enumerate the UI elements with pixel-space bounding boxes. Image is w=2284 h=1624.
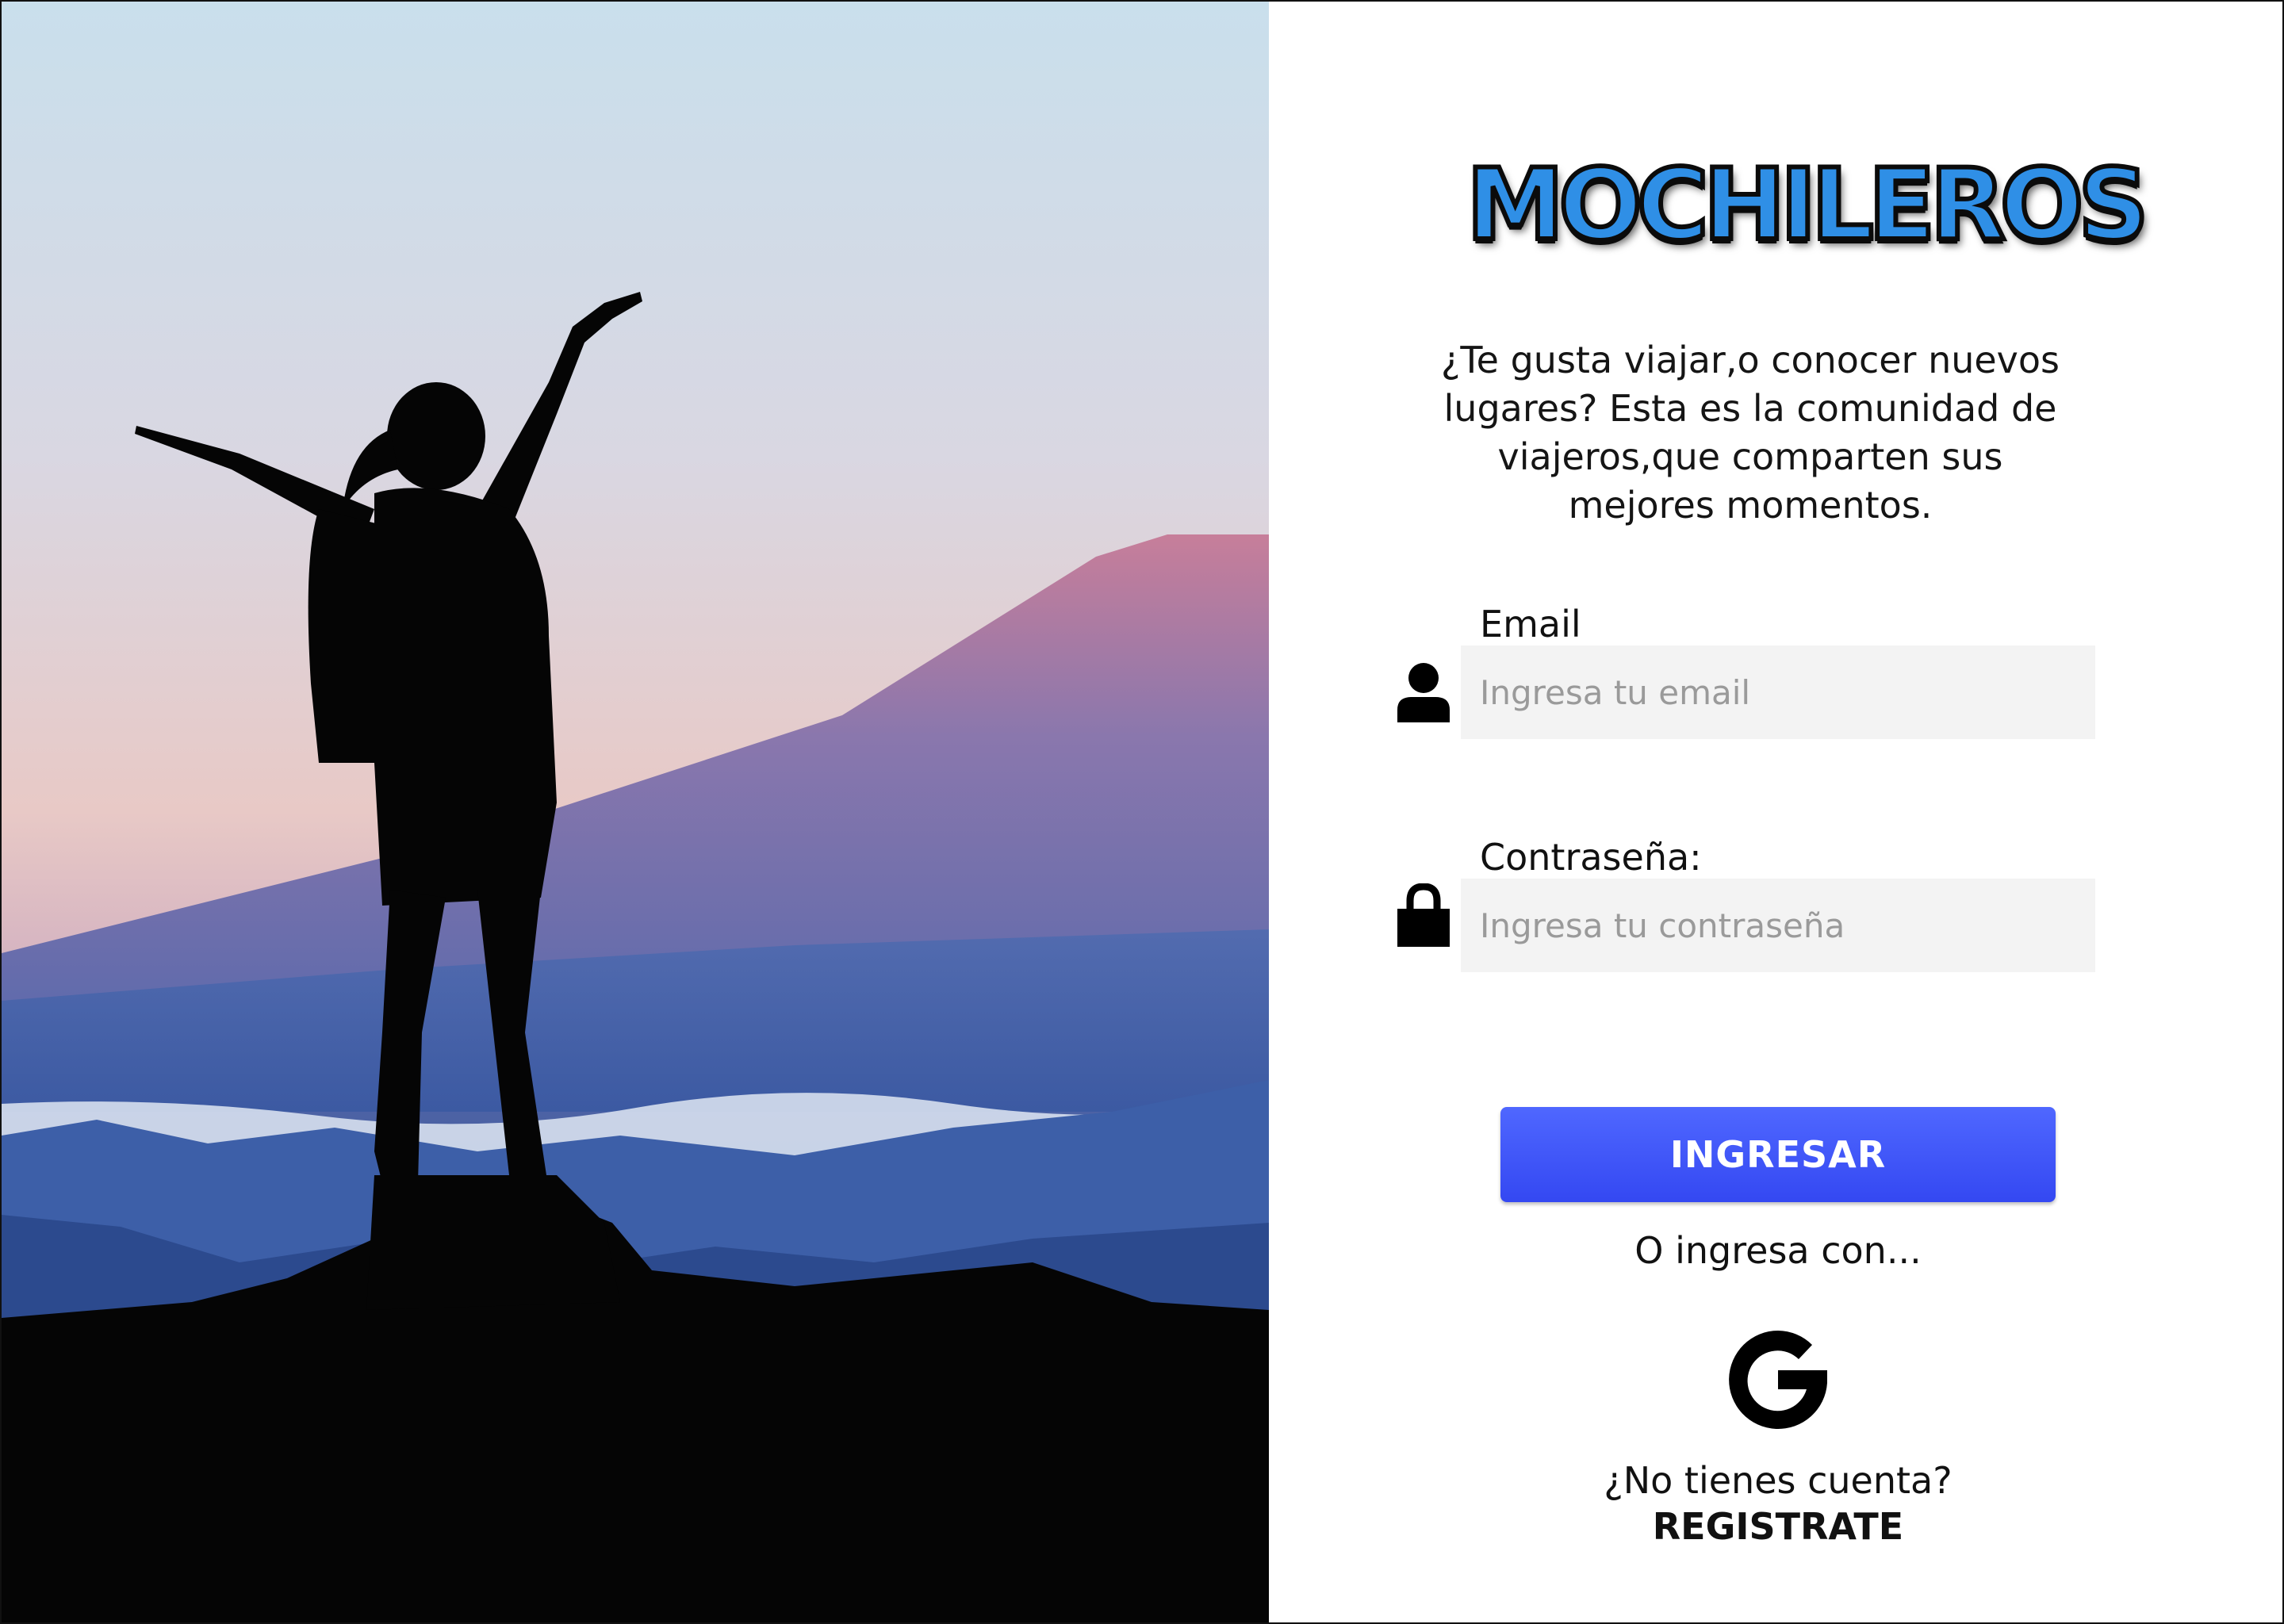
lock-icon — [1396, 883, 1451, 950]
login-panel: MOCHILEROS ¿Te gusta viajar,o conocer nu… — [1270, 2, 2282, 1622]
password-input[interactable] — [1461, 879, 2095, 972]
app-frame: MOCHILEROS ¿Te gusta viajar,o conocer nu… — [0, 0, 2284, 1624]
user-icon — [1396, 662, 1451, 726]
hero-image — [2, 2, 1269, 1622]
alt-login-text: O ingresa con... — [1634, 1229, 1922, 1272]
no-account-text: ¿No tienes cuenta? — [1604, 1459, 1953, 1502]
email-label: Email — [1480, 603, 1581, 645]
password-label: Contraseña: — [1480, 836, 1702, 879]
register-link[interactable]: REGISTRATE — [1619, 1505, 1937, 1548]
email-input[interactable] — [1461, 645, 2095, 739]
google-icon[interactable] — [1726, 1327, 1830, 1437]
brand-logo: MOCHILEROS — [1464, 146, 2152, 265]
tagline: ¿Te gusta viajar,o conocer nuevos lugare… — [1440, 339, 2060, 527]
login-button[interactable]: INGRESAR — [1500, 1107, 2056, 1202]
